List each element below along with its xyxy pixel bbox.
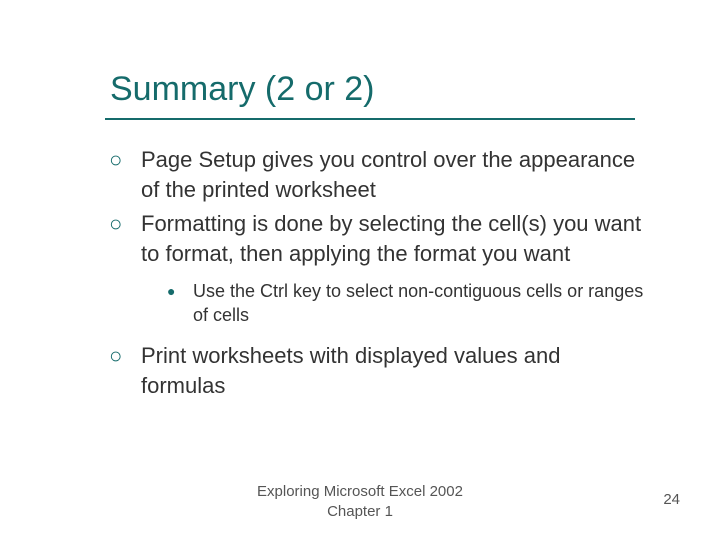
bullet-text: Formatting is done by selecting the cell…: [141, 209, 645, 269]
slide-body: ○ Page Setup gives you control over the …: [105, 145, 645, 405]
title-underline: [105, 118, 635, 120]
dot-bullet-icon: ●: [165, 279, 193, 303]
bullet-item: ○ Print worksheets with displayed values…: [105, 341, 645, 401]
slide: Summary (2 or 2) ○ Page Setup gives you …: [0, 0, 720, 540]
bullet-text: Page Setup gives you control over the ap…: [141, 145, 645, 205]
slide-footer: Exploring Microsoft Excel 2002 Chapter 1: [0, 482, 720, 522]
circle-bullet-icon: ○: [105, 209, 141, 239]
slide-title: Summary (2 or 2): [110, 70, 375, 109]
page-number: 24: [663, 491, 680, 508]
footer-line-2: Chapter 1: [327, 503, 393, 520]
sub-bullet-list: ● Use the Ctrl key to select non-contigu…: [165, 279, 645, 327]
bullet-item: ○ Page Setup gives you control over the …: [105, 145, 645, 205]
bullet-text: Print worksheets with displayed values a…: [141, 341, 645, 401]
circle-bullet-icon: ○: [105, 341, 141, 371]
bullet-item: ○ Formatting is done by selecting the ce…: [105, 209, 645, 269]
sub-bullet-text: Use the Ctrl key to select non-contiguou…: [193, 279, 645, 327]
sub-bullet-item: ● Use the Ctrl key to select non-contigu…: [165, 279, 645, 327]
circle-bullet-icon: ○: [105, 145, 141, 175]
footer-line-1: Exploring Microsoft Excel 2002: [257, 483, 463, 500]
